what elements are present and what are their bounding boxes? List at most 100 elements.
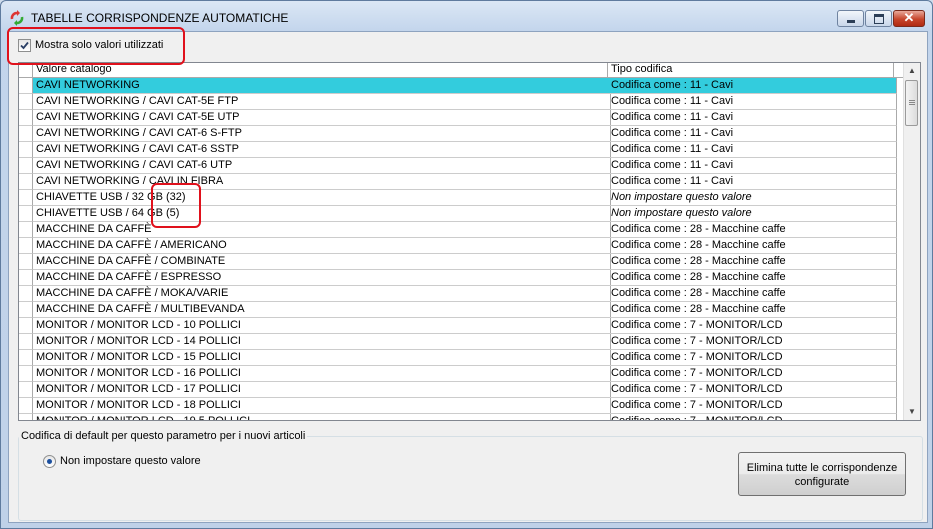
cell-tipo-codifica[interactable]: Codifica come : 11 - Cavi (608, 94, 897, 110)
cell-tipo-codifica[interactable]: Codifica come : 7 - MONITOR/LCD (608, 318, 897, 334)
cell-valore-catalogo[interactable]: CHIAVETTE USB / 32 GB (32) (33, 190, 611, 206)
cell-valore-catalogo[interactable]: MACCHINE DA CAFFÈ (33, 222, 611, 238)
app-window: TABELLE CORRISPONDENZE AUTOMATICHE ✕ Mos… (0, 0, 933, 529)
row-selector[interactable] (19, 190, 33, 206)
row-selector[interactable] (19, 174, 33, 190)
cell-valore-catalogo[interactable]: CHIAVETTE USB / 64 GB (5) (33, 206, 611, 222)
cell-valore-catalogo[interactable]: MACCHINE DA CAFFÈ / MOKA/VARIE (33, 286, 611, 302)
close-icon: ✕ (903, 10, 915, 25)
cell-tipo-codifica[interactable]: Codifica come : 28 - Macchine caffe (608, 238, 897, 254)
table-row[interactable]: MACCHINE DA CAFFÈ / ESPRESSO Codifica com… (19, 270, 904, 286)
cell-tipo-codifica[interactable]: Codifica come : 11 - Cavi (608, 110, 897, 126)
cell-valore-catalogo[interactable]: MACCHINE DA CAFFÈ / ESPRESSO (33, 270, 611, 286)
row-selector[interactable] (19, 238, 33, 254)
row-selector[interactable] (19, 398, 33, 414)
cell-valore-catalogo[interactable]: CAVI NETWORKING / CAVI IN FIBRA (33, 174, 611, 190)
row-selector[interactable] (19, 206, 33, 222)
cell-valore-catalogo[interactable]: MACCHINE DA CAFFÈ / MULTIBEVANDA (33, 302, 611, 318)
cell-valore-catalogo[interactable]: MONITOR / MONITOR LCD - 18 POLLICI (33, 398, 611, 414)
table-row[interactable]: MONITOR / MONITOR LCD - 15 POLLICI Codifi… (19, 350, 904, 366)
cell-tipo-codifica[interactable]: Non impostare questo valore (608, 206, 897, 222)
mapping-grid[interactable]: Valore catalogo Tipo codifica CAVI NETWO… (18, 62, 921, 421)
cell-valore-catalogo[interactable]: MONITOR / MONITOR LCD - 19.5 POLLICI (33, 414, 611, 420)
row-selector[interactable] (19, 126, 33, 142)
table-row[interactable]: MACCHINE DA CAFFÈ / AMERICANO Codifica co… (19, 238, 904, 254)
cell-tipo-codifica[interactable]: Codifica come : 7 - MONITOR/LCD (608, 350, 897, 366)
scroll-up-icon[interactable]: ▲ (904, 63, 920, 79)
cell-valore-catalogo[interactable]: CAVI NETWORKING / CAVI CAT-6 S-FTP (33, 126, 611, 142)
cell-tipo-codifica[interactable]: Non impostare questo valore (608, 190, 897, 206)
cell-valore-catalogo[interactable]: MACCHINE DA CAFFÈ / COMBINATE (33, 254, 611, 270)
row-selector[interactable] (19, 414, 33, 420)
row-selector[interactable] (19, 254, 33, 270)
table-row[interactable]: MONITOR / MONITOR LCD - 17 POLLICI Codifi… (19, 382, 904, 398)
column-header-valore[interactable]: Valore catalogo (33, 63, 608, 77)
table-row[interactable]: MONITOR / MONITOR LCD - 14 POLLICI Codifi… (19, 334, 904, 350)
table-row[interactable]: MACCHINE DA CAFFÈ / COMBINATE Codifica co… (19, 254, 904, 270)
cell-tipo-codifica[interactable]: Codifica come : 7 - MONITOR/LCD (608, 366, 897, 382)
cell-valore-catalogo[interactable]: MONITOR / MONITOR LCD - 14 POLLICI (33, 334, 611, 350)
cell-tipo-codifica[interactable]: Codifica come : 11 - Cavi (608, 158, 897, 174)
header-selector-cell (19, 63, 33, 77)
cell-valore-catalogo[interactable]: CAVI NETWORKING / CAVI CAT-5E UTP (33, 110, 611, 126)
cell-valore-catalogo[interactable]: MONITOR / MONITOR LCD - 16 POLLICI (33, 366, 611, 382)
cell-valore-catalogo[interactable]: MACCHINE DA CAFFÈ / AMERICANO (33, 238, 611, 254)
cell-valore-catalogo[interactable]: CAVI NETWORKING / CAVI CAT-6 UTP (33, 158, 611, 174)
cell-tipo-codifica[interactable]: Codifica come : 28 - Macchine caffe (608, 286, 897, 302)
row-selector[interactable] (19, 334, 33, 350)
row-selector[interactable] (19, 270, 33, 286)
table-row[interactable]: MACCHINE DA CAFFÈ / MULTIBEVANDA Codifica… (19, 302, 904, 318)
table-row[interactable]: MONITOR / MONITOR LCD - 16 POLLICI Codifi… (19, 366, 904, 382)
column-header-tipo[interactable]: Tipo codifica (608, 63, 894, 77)
scroll-thumb[interactable] (905, 80, 918, 126)
row-selector[interactable] (19, 318, 33, 334)
vertical-scrollbar[interactable]: ▲ ▼ (903, 63, 920, 420)
cell-valore-catalogo[interactable]: MONITOR / MONITOR LCD - 10 POLLICI (33, 318, 611, 334)
cell-valore-catalogo[interactable]: MONITOR / MONITOR LCD - 17 POLLICI (33, 382, 611, 398)
cell-tipo-codifica[interactable]: Codifica come : 28 - Macchine caffe (608, 302, 897, 318)
close-button[interactable]: ✕ (893, 10, 925, 27)
cell-valore-catalogo[interactable]: CAVI NETWORKING / CAVI CAT-5E FTP (33, 94, 611, 110)
scroll-down-icon[interactable]: ▼ (904, 404, 920, 420)
cell-valore-catalogo[interactable]: CAVI NETWORKING (33, 78, 611, 94)
cell-valore-catalogo[interactable]: MONITOR / MONITOR LCD - 15 POLLICI (33, 350, 611, 366)
cell-tipo-codifica[interactable]: Codifica come : 11 - Cavi (608, 142, 897, 158)
table-row[interactable]: MONITOR / MONITOR LCD - 18 POLLICI Codifi… (19, 398, 904, 414)
cell-tipo-codifica[interactable]: Codifica come : 7 - MONITOR/LCD (608, 334, 897, 350)
row-selector[interactable] (19, 142, 33, 158)
cell-tipo-codifica[interactable]: Codifica come : 7 - MONITOR/LCD (608, 414, 897, 420)
cell-tipo-codifica[interactable]: Codifica come : 28 - Macchine caffe (608, 222, 897, 238)
row-selector[interactable] (19, 286, 33, 302)
cell-tipo-codifica[interactable]: Codifica come : 11 - Cavi (608, 126, 897, 142)
table-row[interactable]: CAVI NETWORKING / CAVI CAT-6 UTP Codifica… (19, 158, 904, 174)
row-selector[interactable] (19, 382, 33, 398)
app-icon (10, 10, 24, 26)
default-radio[interactable] (43, 455, 56, 468)
table-row[interactable]: MONITOR / MONITOR LCD - 19.5 POLLICI Codi… (19, 414, 904, 420)
delete-all-mappings-button[interactable]: Elimina tutte le corrispondenze configur… (738, 452, 906, 496)
table-row[interactable]: MONITOR / MONITOR LCD - 10 POLLICI Codifi… (19, 318, 904, 334)
row-selector[interactable] (19, 302, 33, 318)
table-row[interactable]: CAVI NETWORKING / CAVI CAT-5E FTP Codific… (19, 94, 904, 110)
row-selector[interactable] (19, 110, 33, 126)
cell-tipo-codifica[interactable]: Codifica come : 7 - MONITOR/LCD (608, 382, 897, 398)
table-row[interactable]: CAVI NETWORKING / CAVI CAT-5E UTP Codific… (19, 110, 904, 126)
table-row[interactable]: CAVI NETWORKING / CAVI CAT-6 S-FTP Codifi… (19, 126, 904, 142)
row-selector[interactable] (19, 94, 33, 110)
table-row[interactable]: CAVI NETWORKING Codifica come : 11 - Cavi (19, 78, 904, 94)
minimize-button[interactable] (837, 10, 864, 27)
table-row[interactable]: CAVI NETWORKING / CAVI CAT-6 SSTP Codific… (19, 142, 904, 158)
cell-valore-catalogo[interactable]: CAVI NETWORKING / CAVI CAT-6 SSTP (33, 142, 611, 158)
cell-tipo-codifica[interactable]: Codifica come : 11 - Cavi (608, 78, 897, 94)
row-selector[interactable] (19, 222, 33, 238)
cell-tipo-codifica[interactable]: Codifica come : 11 - Cavi (608, 174, 897, 190)
table-row[interactable]: MACCHINE DA CAFFÈ / MOKA/VARIE Codifica c… (19, 286, 904, 302)
row-selector[interactable] (19, 366, 33, 382)
row-selector[interactable] (19, 350, 33, 366)
cell-tipo-codifica[interactable]: Codifica come : 28 - Macchine caffe (608, 254, 897, 270)
row-selector[interactable] (19, 158, 33, 174)
maximize-button[interactable] (865, 10, 892, 27)
cell-tipo-codifica[interactable]: Codifica come : 7 - MONITOR/LCD (608, 398, 897, 414)
row-selector[interactable] (19, 78, 33, 94)
cell-tipo-codifica[interactable]: Codifica come : 28 - Macchine caffe (608, 270, 897, 286)
